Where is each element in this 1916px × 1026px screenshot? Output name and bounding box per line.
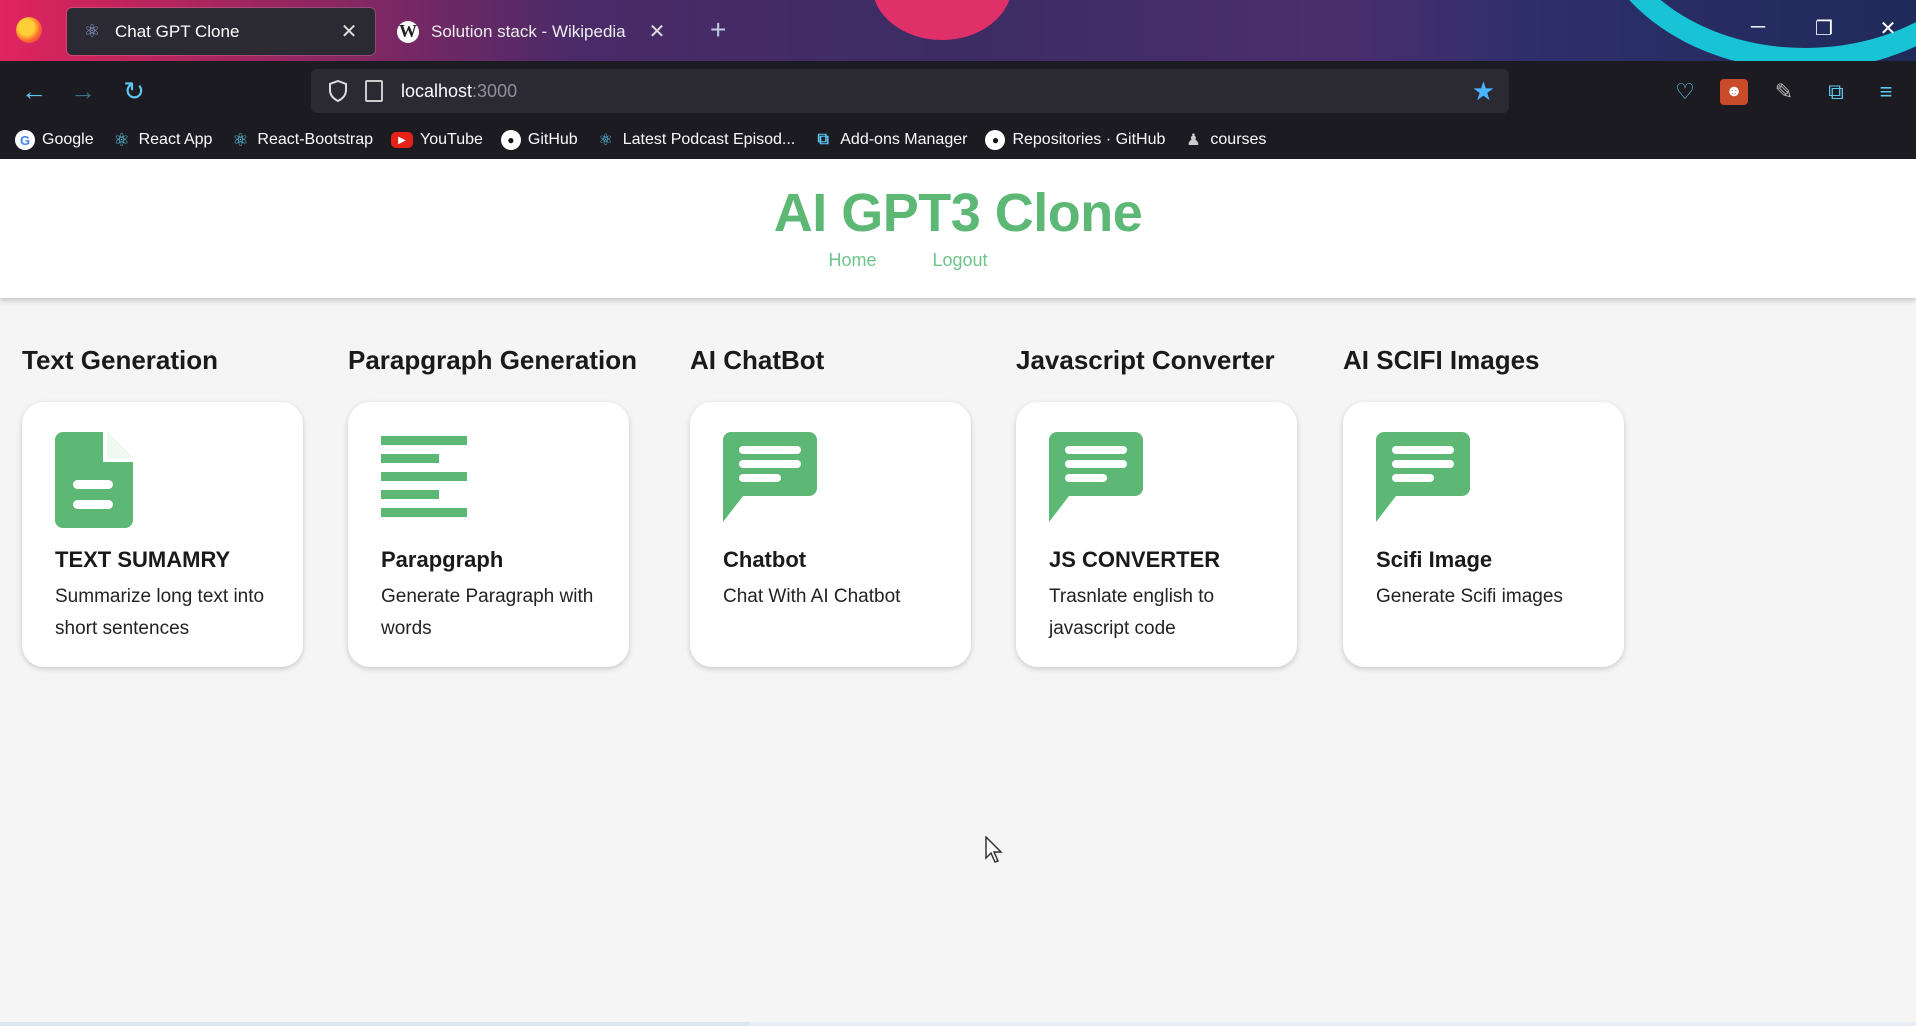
- browser-titlebar: ⚛ Chat GPT Clone ✕ W Solution stack - Wi…: [0, 0, 1916, 61]
- pocket-icon[interactable]: ♡: [1671, 79, 1699, 105]
- bookmark-label: GitHub: [527, 131, 578, 148]
- minimize-icon[interactable]: ─: [1744, 16, 1772, 39]
- forward-arrow-icon[interactable]: →: [65, 75, 101, 107]
- wikipedia-icon: W: [397, 20, 419, 43]
- chat-icon: [1049, 432, 1159, 532]
- bookmarks-bar: G Google ⚛ React App ⚛ React-Bootstrap ▶…: [0, 121, 1916, 159]
- card-title: Scifi Image: [1376, 547, 1493, 572]
- card-js-converter[interactable]: JS CONVERTER Trasnlate english to javasc…: [1016, 402, 1297, 667]
- card-description: Generate Paragraph with words: [381, 586, 594, 639]
- section-heading-text-generation: Text Generation: [22, 345, 219, 375]
- section-heading-paragraph-generation: Parapgraph Generation: [348, 345, 637, 375]
- page-bottom-edge: [0, 1022, 1916, 1026]
- bookmark-label: Add-ons Manager: [840, 131, 968, 148]
- bookmark-google[interactable]: G Google: [15, 130, 94, 150]
- github-icon: ●: [985, 130, 1006, 150]
- reload-icon[interactable]: ↻: [116, 75, 152, 107]
- user-icon: ♟: [1186, 132, 1201, 149]
- card-text-summary[interactable]: TEXT SUMAMRY Summarize long text into sh…: [22, 402, 303, 667]
- google-icon: G: [15, 130, 35, 150]
- card-title: JS CONVERTER: [1049, 547, 1221, 572]
- menu-icon[interactable]: ≡: [1872, 79, 1900, 105]
- mouse-cursor-icon: [985, 836, 1003, 863]
- bookmark-label: YouTube: [420, 131, 483, 148]
- card-description: Chat With AI Chatbot: [723, 586, 901, 607]
- section-heading-ai-chatbot: AI ChatBot: [690, 345, 825, 375]
- bookmark-react-app[interactable]: ⚛ React App: [112, 130, 213, 150]
- tab-title: Solution stack - Wikipedia: [431, 21, 626, 41]
- window-close-icon[interactable]: ✕: [1874, 16, 1902, 41]
- pen-icon[interactable]: ✎: [1770, 79, 1798, 105]
- card-description: Generate Scifi images: [1376, 586, 1563, 607]
- card-description: Trasnlate english to javascript code: [1049, 586, 1215, 639]
- bookmark-repositories-github[interactable]: ● Repositories · GitHub: [985, 130, 1165, 150]
- card-paragraph[interactable]: Parapgraph Generate Paragraph with words: [348, 402, 629, 667]
- browser-toolbar: ← → ↻ localhost:3000 ★ ♡ ☻ ✎ ⧉ ≡: [0, 61, 1916, 121]
- tab-title: Chat GPT Clone: [115, 21, 240, 41]
- close-icon[interactable]: ✕: [645, 19, 669, 44]
- tab-chat-gpt-clone[interactable]: ⚛ Chat GPT Clone ✕: [67, 8, 375, 55]
- card-title: Chatbot: [723, 547, 807, 572]
- url-host: localhost: [401, 80, 473, 101]
- bookmark-star-icon[interactable]: ★: [1472, 77, 1495, 105]
- bookmark-label: React-Bootstrap: [257, 131, 374, 148]
- section-heading-ai-scifi-images: AI SCIFI Images: [1343, 345, 1540, 375]
- address-bar[interactable]: localhost:3000 ★: [311, 69, 1509, 113]
- section-heading-javascript-converter: Javascript Converter: [1016, 345, 1275, 375]
- app-nav: Home Logout: [0, 250, 1916, 271]
- card-chatbot[interactable]: Chatbot Chat With AI Chatbot: [690, 402, 971, 667]
- paragraph-icon: [381, 432, 491, 532]
- nav-home-link[interactable]: Home: [828, 250, 876, 271]
- card-description: Summarize long text into short sentences: [55, 586, 265, 639]
- page-info-icon[interactable]: [365, 80, 383, 102]
- bookmark-label: Repositories · GitHub: [1012, 131, 1166, 148]
- extensions-puzzle-icon[interactable]: ⧉: [1822, 79, 1850, 105]
- back-arrow-icon[interactable]: ←: [16, 75, 52, 107]
- extension-icon[interactable]: ☻: [1720, 79, 1748, 105]
- card-title: Parapgraph: [381, 547, 504, 572]
- firefox-logo-icon[interactable]: [16, 17, 42, 43]
- theme-decoration: [872, 0, 1012, 40]
- document-icon: [55, 432, 165, 532]
- page-viewport: AI GPT3 Clone Home Logout Text Generatio…: [0, 159, 1916, 1026]
- shield-icon[interactable]: [327, 79, 349, 103]
- bookmark-label: Latest Podcast Episod...: [622, 131, 796, 148]
- restore-icon[interactable]: ❐: [1810, 16, 1838, 41]
- bookmark-label: React App: [138, 131, 213, 148]
- new-tab-button[interactable]: +: [710, 16, 726, 44]
- chat-icon: [723, 432, 833, 532]
- podcast-icon: ⚛: [598, 132, 613, 149]
- react-icon: ⚛: [232, 129, 249, 150]
- page-title: AI GPT3 Clone: [773, 183, 1143, 243]
- bookmark-youtube[interactable]: ▶ YouTube: [391, 131, 483, 149]
- url-port: :3000: [472, 80, 518, 101]
- card-scifi-image[interactable]: Scifi Image Generate Scifi images: [1343, 402, 1624, 667]
- chat-icon: [1376, 432, 1486, 532]
- bookmark-github[interactable]: ● GitHub: [500, 130, 578, 150]
- close-icon[interactable]: ✕: [337, 19, 361, 44]
- bookmark-courses[interactable]: ♟ courses: [1183, 130, 1266, 150]
- react-icon: ⚛: [113, 129, 130, 150]
- nav-logout-link[interactable]: Logout: [932, 250, 987, 271]
- puzzle-icon: ⧉: [817, 131, 829, 148]
- youtube-icon: ▶: [391, 132, 414, 148]
- card-title: TEXT SUMAMRY: [55, 547, 231, 572]
- bookmark-addons-manager[interactable]: ⧉ Add-ons Manager: [813, 130, 968, 150]
- bookmark-label: courses: [1210, 131, 1267, 148]
- tab-solution-stack-wikipedia[interactable]: W Solution stack - Wikipedia ✕: [383, 8, 683, 55]
- bookmark-label: Google: [42, 131, 94, 148]
- bookmark-react-bootstrap[interactable]: ⚛ React-Bootstrap: [230, 130, 373, 150]
- app-header: AI GPT3 Clone Home Logout: [0, 159, 1916, 298]
- github-icon: ●: [500, 130, 521, 150]
- react-icon: ⚛: [83, 21, 101, 41]
- bookmark-latest-podcast[interactable]: ⚛ Latest Podcast Episod...: [596, 130, 796, 150]
